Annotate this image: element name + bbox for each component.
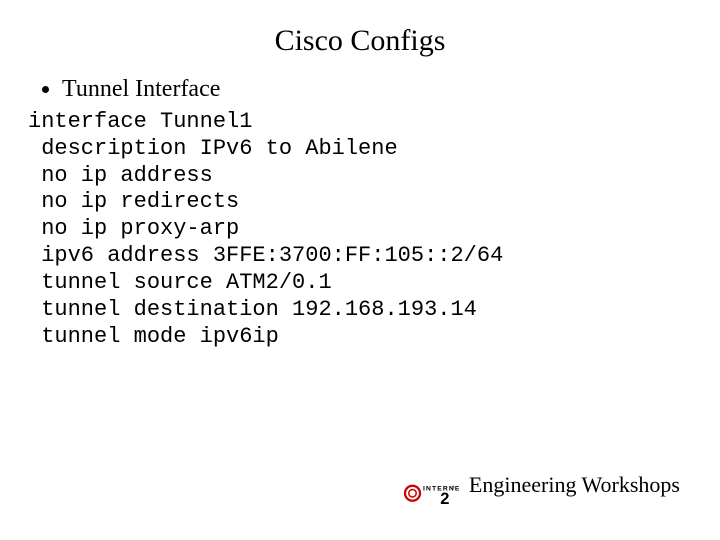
code-line: tunnel source ATM2/0.1	[28, 270, 332, 295]
page-title: Cisco Configs	[24, 24, 696, 58]
code-line: ipv6 address 3FFE:3700:FF:105::2/64	[28, 243, 503, 268]
bullet-item: Tunnel Interface	[62, 76, 696, 103]
footer-label: Engineering Workshops	[469, 472, 680, 498]
footer: INTERNET 2 ® Engineering Workshops	[399, 466, 680, 504]
code-line: tunnel mode ipv6ip	[28, 324, 279, 349]
code-line: no ip address	[28, 163, 213, 188]
code-line: no ip redirects	[28, 189, 239, 214]
internet2-logo-icon: INTERNET 2 ®	[399, 466, 459, 504]
slide: Cisco Configs Tunnel Interface interface…	[0, 0, 720, 540]
svg-text:2: 2	[440, 490, 449, 504]
code-line: interface Tunnel1	[28, 109, 252, 134]
code-line: description IPv6 to Abilene	[28, 136, 398, 161]
config-code: interface Tunnel1 description IPv6 to Ab…	[28, 109, 696, 350]
code-line: no ip proxy-arp	[28, 216, 239, 241]
bullet-list: Tunnel Interface	[42, 76, 696, 103]
code-line: tunnel destination 192.168.193.14	[28, 297, 477, 322]
